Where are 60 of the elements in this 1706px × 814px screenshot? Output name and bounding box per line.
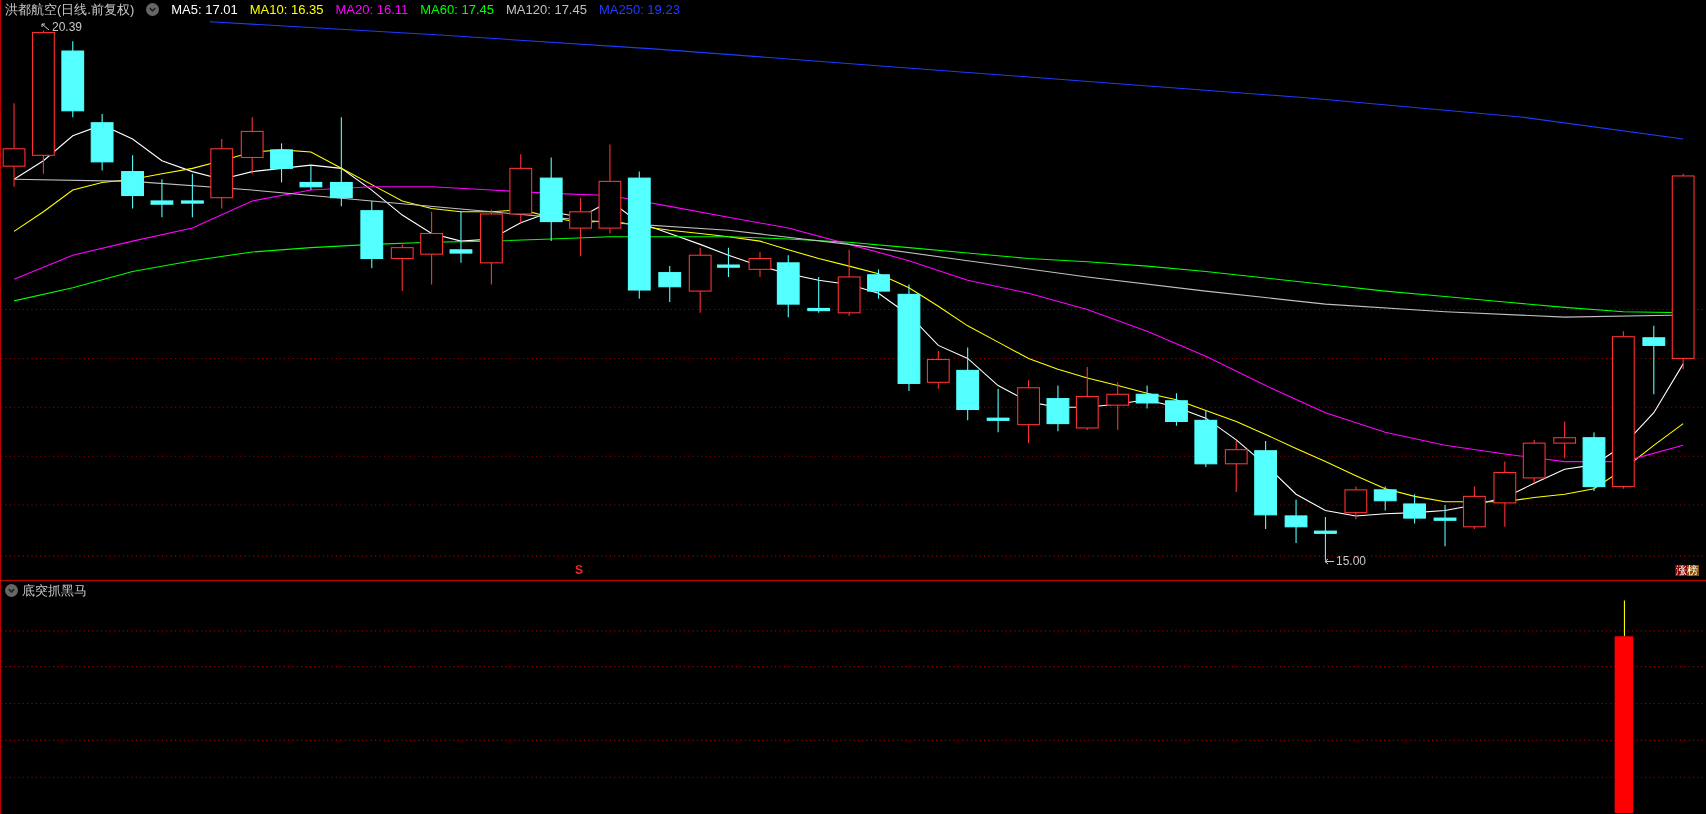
- candlestick: [688, 247, 712, 314]
- candlestick: [1135, 385, 1159, 409]
- candlestick: [837, 249, 861, 317]
- signal-mark: S: [575, 564, 583, 576]
- candlestick: [807, 276, 831, 314]
- chevron-down-icon[interactable]: [146, 3, 160, 16]
- candlestick: [360, 200, 384, 269]
- candlestick: [1314, 516, 1337, 561]
- candlestick: [1046, 385, 1070, 432]
- candlestick: [1284, 499, 1308, 544]
- candlestick: [748, 251, 772, 278]
- candlestick: [1194, 410, 1218, 468]
- indicator-title: 底突抓黑马: [22, 584, 87, 597]
- candlestick: [1433, 504, 1457, 547]
- chart-title: 洪都航空(日线.前复权): [5, 3, 135, 16]
- candlestick: [1165, 392, 1188, 427]
- candlestick: [1106, 381, 1130, 431]
- candlestick: [390, 243, 414, 292]
- candlestick: [1373, 486, 1397, 512]
- arrow-icon: [41, 22, 50, 32]
- candlestick: [299, 164, 323, 191]
- candlestick: [569, 197, 592, 257]
- chevron-down-icon[interactable]: [5, 584, 18, 597]
- candlestick: [658, 265, 682, 303]
- ranking-badge[interactable]: 涨榜: [1675, 565, 1699, 576]
- candlestick: [509, 153, 533, 224]
- ma-legend-label: MA10: 16.35: [249, 3, 324, 16]
- candlestick: [1344, 486, 1368, 520]
- high-price-label: 20.39: [52, 19, 83, 36]
- candlestick: [240, 116, 264, 175]
- candlestick: [926, 350, 950, 390]
- candlestick: [150, 178, 174, 218]
- candlestick: [1462, 486, 1486, 530]
- ma-legend-label: MA250: 19.23: [598, 3, 680, 16]
- candlestick: [270, 142, 293, 183]
- ma-legend-label: MA5: 17.01: [171, 3, 238, 16]
- candlestick: [1493, 461, 1517, 528]
- low-price-label: 15.00: [1336, 553, 1367, 570]
- arrow-icon: [1324, 557, 1334, 565]
- candlestick: [121, 154, 144, 210]
- candlestick: [210, 138, 234, 210]
- candlestick: [1553, 420, 1577, 459]
- indicator-line: [1623, 599, 1625, 637]
- candlestick: [776, 254, 800, 318]
- candlestick: [717, 247, 740, 278]
- candlestick: [986, 388, 1010, 433]
- candlestick: [1522, 439, 1546, 484]
- candlestick: [1403, 493, 1426, 525]
- ma-legend-label: MA20: 16.11: [335, 3, 409, 16]
- candlestick: [90, 113, 114, 172]
- candlestick: [1075, 366, 1099, 431]
- candlestick: [1582, 431, 1606, 492]
- candlestick: [867, 268, 890, 300]
- candlestick: [1642, 325, 1666, 395]
- candlestick: [180, 173, 204, 218]
- candlestick: [449, 211, 473, 264]
- candlestick: [1224, 440, 1248, 493]
- ma-legend-label: MA60: 17.45: [420, 3, 494, 16]
- candlestick: [1017, 379, 1040, 444]
- ma-legend-label: MA120: 17.45: [506, 3, 587, 16]
